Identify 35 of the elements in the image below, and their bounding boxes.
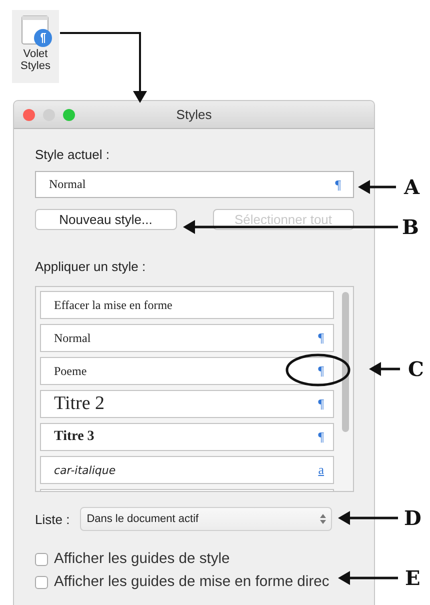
checkbox-label: Afficher les guides de style (54, 551, 230, 567)
highlight-ellipse (286, 354, 350, 386)
list-dropdown[interactable]: Dans le document actif (80, 507, 332, 531)
style-list-item[interactable]: Effacer la mise en forme (40, 291, 334, 319)
callout-letter: C (408, 358, 424, 380)
styles-pane-icon (18, 14, 52, 48)
callout-arrow (358, 180, 396, 194)
style-list-item[interactable]: car-italique a (40, 456, 334, 484)
style-list-item[interactable]: Normal ¶ (40, 324, 334, 352)
minimize-button[interactable] (43, 108, 55, 120)
current-style-label: Style actuel : (35, 147, 110, 162)
toolbar-button-label: Volet Styles (20, 48, 52, 72)
callout-letter: E (405, 567, 420, 589)
style-list-item[interactable]: Titre 2 ¶ (40, 390, 334, 418)
checkbox[interactable] (35, 576, 48, 588)
callout-letter: D (404, 507, 422, 529)
list-label: Liste : (35, 512, 70, 526)
scrollbar-thumb[interactable] (342, 292, 349, 432)
callout-arrow (338, 511, 398, 525)
close-button[interactable] (23, 108, 35, 120)
window-title: Styles (176, 107, 212, 122)
callout-letter: A (404, 176, 420, 198)
stepper-icon (320, 513, 326, 525)
apply-style-label: Appliquer un style : (35, 259, 147, 274)
current-style-field[interactable]: Normal ¶ (35, 171, 354, 198)
checkbox-label: Afficher les guides de mise en forme direc (54, 574, 330, 590)
zoom-button[interactable] (63, 108, 75, 120)
style-list-item[interactable]: Titre 3 ¶ (40, 423, 334, 451)
checkbox[interactable] (35, 552, 48, 566)
style-list-item[interactable]: Poeme ¶ (40, 357, 334, 385)
new-style-button[interactable]: Nouveau style... (35, 209, 176, 230)
toolbar-button[interactable]: Volet Styles (12, 10, 59, 83)
callout-arrow (369, 362, 400, 376)
callout-letter: B (402, 216, 419, 238)
callout-arrow (338, 571, 398, 585)
